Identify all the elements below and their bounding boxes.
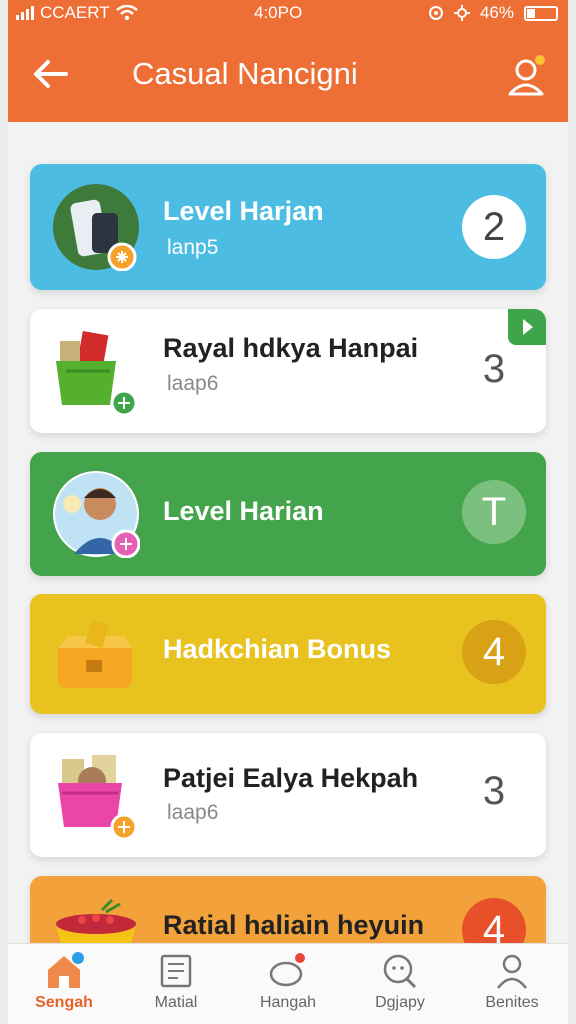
count-badge: 3 bbox=[482, 768, 506, 813]
tab-benites[interactable]: Benites bbox=[456, 944, 568, 1024]
item-subtitle: laap6 bbox=[167, 372, 219, 395]
tab-dgjapy[interactable]: Dgjapy bbox=[344, 944, 456, 1024]
back-arrow-icon[interactable] bbox=[28, 52, 72, 96]
page-title: Casual Nancigni bbox=[132, 56, 358, 91]
count-badge: 3 bbox=[482, 346, 506, 391]
tab-label: Matial bbox=[154, 994, 198, 1011]
brightness-icon bbox=[453, 5, 470, 21]
signal-icon bbox=[16, 6, 34, 20]
tab-hangah[interactable]: Hangah bbox=[232, 944, 344, 1024]
phone-thumbnail bbox=[53, 184, 139, 271]
tab-sengah[interactable]: Sengah bbox=[8, 944, 120, 1024]
tab-label: Sengah bbox=[35, 994, 93, 1011]
carrier-name: CCAERT bbox=[40, 3, 110, 22]
tab-label: Dgjapy bbox=[375, 994, 425, 1011]
profile-icon[interactable] bbox=[506, 52, 548, 98]
list-item[interactable]: Level Harjan lanp5 2 bbox=[30, 164, 546, 290]
list-item[interactable]: Level Harian T bbox=[30, 452, 546, 576]
app-frame: CCAERT 4:0PO 46% Casual Nancigni Level H… bbox=[8, 0, 568, 1024]
gift-bag-icon bbox=[58, 755, 138, 839]
tab-label: Benites bbox=[485, 994, 539, 1011]
treasure-chest-icon bbox=[58, 620, 132, 688]
document-icon bbox=[160, 954, 192, 988]
play-icon[interactable] bbox=[508, 309, 546, 345]
tab-matial[interactable]: Matial bbox=[120, 944, 232, 1024]
search-icon bbox=[383, 954, 417, 989]
count-badge: 4 bbox=[462, 620, 526, 684]
item-name: Hadkchian Bonus bbox=[163, 634, 392, 664]
count-badge: 2 bbox=[462, 195, 526, 259]
item-name: Patjei Ealya Hekpah bbox=[163, 763, 419, 793]
item-subtitle: laap6 bbox=[167, 801, 219, 824]
item-name: Level Harian bbox=[163, 496, 324, 526]
wifi-icon bbox=[115, 5, 138, 21]
home-icon bbox=[48, 952, 84, 988]
tab-label: Hangah bbox=[259, 994, 317, 1011]
item-subtitle: lanp5 bbox=[167, 236, 219, 259]
bottom-tab-bar: Sengah Matial Hangah Dgjapy Benites bbox=[8, 943, 568, 1024]
child-avatar bbox=[53, 471, 140, 558]
list-item[interactable]: Patjei Ealya Hekpah laap6 3 bbox=[30, 733, 546, 857]
battery-icon bbox=[524, 5, 558, 21]
item-name: Ratial haliain heyuin bbox=[163, 910, 425, 940]
list-item[interactable]: Rayal hdkya Hanpai laap6 3 bbox=[30, 309, 546, 433]
alarm-icon bbox=[428, 6, 443, 20]
item-name: Level Harjan bbox=[163, 196, 324, 226]
chat-bubble-icon bbox=[269, 953, 305, 987]
count-badge: T bbox=[462, 480, 526, 544]
clock: 4:0PO bbox=[254, 3, 303, 22]
item-name: Rayal hdkya Hanpai bbox=[163, 333, 419, 363]
status-bar: CCAERT 4:0PO 46% bbox=[8, 0, 568, 26]
person-icon bbox=[497, 954, 527, 989]
app-header: CCAERT 4:0PO 46% Casual Nancigni bbox=[8, 0, 568, 122]
list-item[interactable]: Hadkchian Bonus 4 bbox=[30, 594, 546, 714]
battery-percent: 46% bbox=[479, 3, 514, 22]
shopping-basket-icon bbox=[56, 330, 138, 415]
